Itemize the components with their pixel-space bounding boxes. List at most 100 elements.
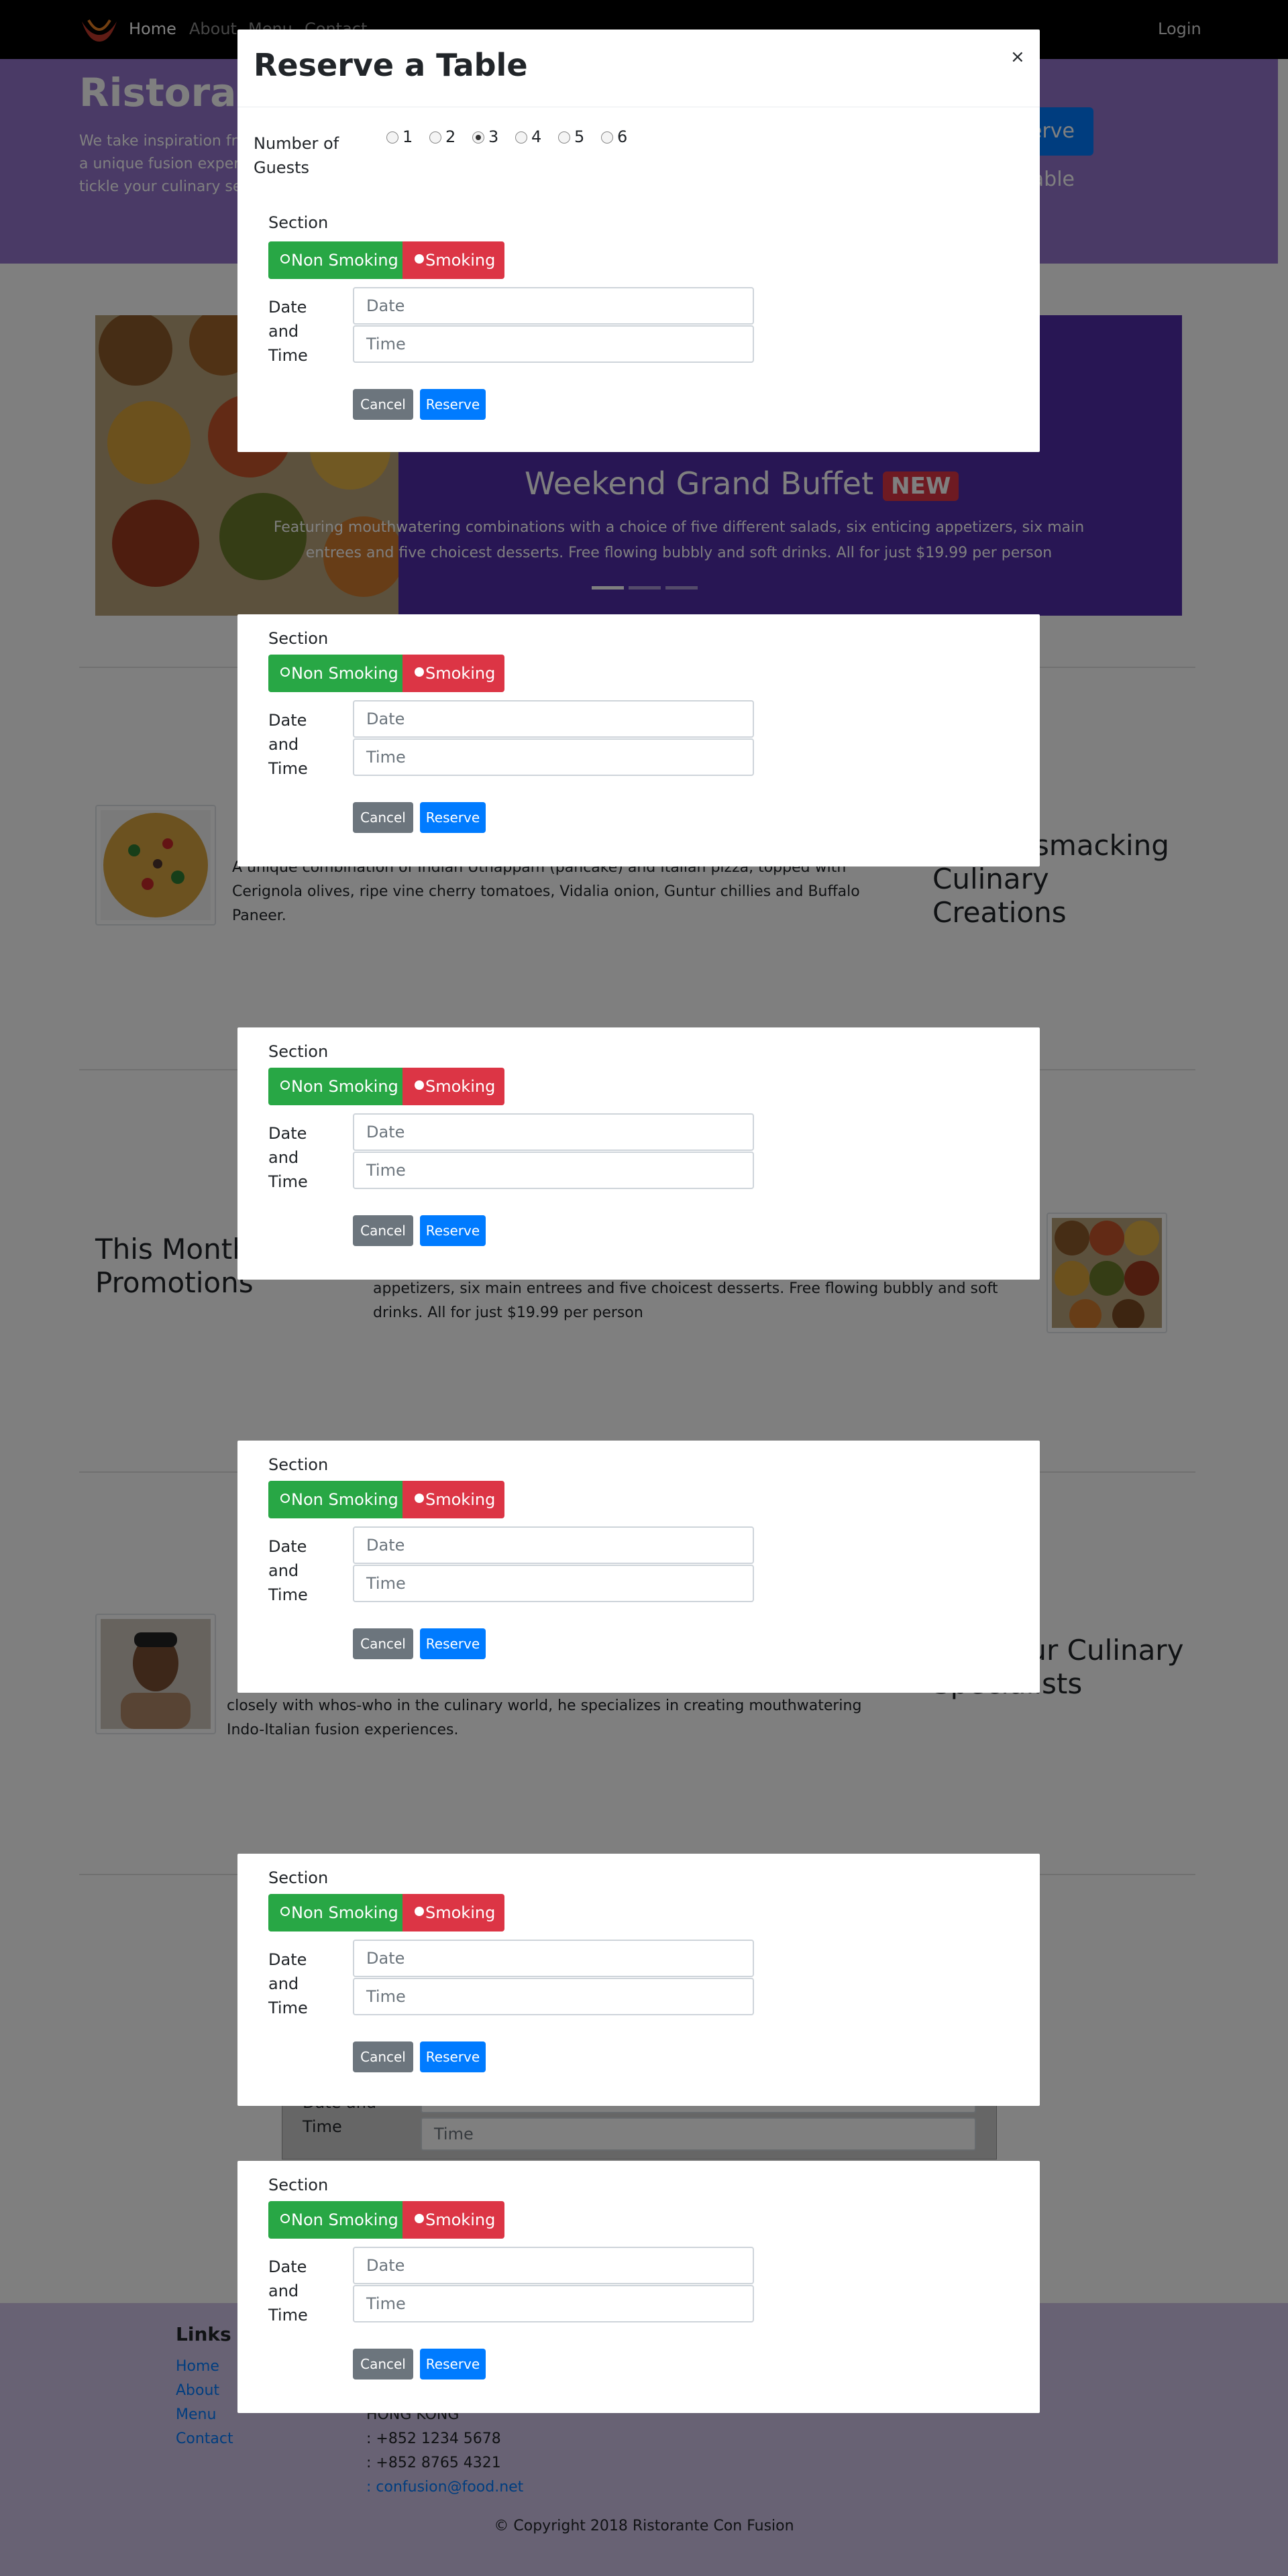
- guest-option-label: 3: [488, 127, 499, 146]
- cancel-button[interactable]: Cancel: [353, 389, 413, 420]
- non-smoking-label: Non Smoking: [291, 1077, 398, 1096]
- reserve-modal-repeat: Section Non Smoking Smoking Date and Tim…: [237, 2161, 1040, 2413]
- radio-icon: [415, 2214, 424, 2223]
- reserve-button[interactable]: Reserve: [420, 1628, 486, 1659]
- radio-icon[interactable]: [515, 131, 527, 144]
- non-smoking-label: Non Smoking: [291, 1903, 398, 1922]
- section-label: Section: [268, 2176, 329, 2194]
- radio-icon: [415, 667, 424, 677]
- radio-icon: [415, 254, 424, 264]
- radio-icon: [280, 1907, 290, 1916]
- section-label: Section: [268, 213, 329, 232]
- guests-label: Number of Guests: [254, 134, 339, 177]
- smoking-label: Smoking: [425, 1903, 496, 1922]
- section-label: Section: [268, 629, 329, 648]
- date-input[interactable]: Date: [353, 2247, 754, 2284]
- datetime-label: Date and Time: [268, 1950, 308, 2017]
- cancel-button[interactable]: Cancel: [353, 1215, 413, 1246]
- cancel-button[interactable]: Cancel: [353, 1628, 413, 1659]
- smoking-label: Smoking: [425, 2210, 496, 2229]
- smoking-label: Smoking: [425, 664, 496, 683]
- smoking-button[interactable]: Smoking: [402, 1894, 504, 1931]
- time-input[interactable]: Time: [353, 1152, 754, 1189]
- time-input[interactable]: Time: [353, 1978, 754, 2015]
- guest-option-6[interactable]: 6: [601, 127, 627, 146]
- cancel-button[interactable]: Cancel: [353, 2041, 413, 2072]
- radio-icon: [415, 1494, 424, 1503]
- non-smoking-button[interactable]: Non Smoking: [268, 1894, 402, 1931]
- guest-option-label: 6: [617, 127, 628, 146]
- section-label: Section: [268, 1455, 329, 1474]
- guest-option-5[interactable]: 5: [558, 127, 584, 146]
- reserve-button[interactable]: Reserve: [420, 389, 486, 420]
- non-smoking-button[interactable]: Non Smoking: [268, 241, 402, 279]
- datetime-label: Date and Time: [268, 1537, 308, 1604]
- close-icon[interactable]: ×: [1010, 47, 1025, 67]
- datetime-label: Date and Time: [268, 1124, 308, 1191]
- datetime-label: Date and Time: [268, 2257, 308, 2325]
- non-smoking-button[interactable]: Non Smoking: [268, 2201, 402, 2239]
- non-smoking-button[interactable]: Non Smoking: [268, 655, 402, 692]
- smoking-button[interactable]: Smoking: [402, 655, 504, 692]
- non-smoking-label: Non Smoking: [291, 1490, 398, 1509]
- radio-icon: [415, 1080, 424, 1090]
- time-input[interactable]: Time: [353, 2285, 754, 2322]
- non-smoking-label: Non Smoking: [291, 664, 398, 683]
- section-label: Section: [268, 1868, 329, 1887]
- radio-icon[interactable]: [601, 131, 613, 144]
- radio-icon: [280, 1080, 290, 1090]
- reserve-button[interactable]: Reserve: [420, 802, 486, 833]
- section-toggle: Non Smoking Smoking: [268, 2201, 504, 2239]
- radio-icon: [280, 1494, 290, 1503]
- smoking-button[interactable]: Smoking: [402, 1068, 504, 1105]
- guest-option-1[interactable]: 1: [386, 127, 413, 146]
- radio-icon[interactable]: [429, 131, 441, 144]
- smoking-label: Smoking: [425, 1490, 496, 1509]
- time-input[interactable]: Time: [353, 1565, 754, 1602]
- reserve-button[interactable]: Reserve: [420, 2041, 486, 2072]
- smoking-label: Smoking: [425, 251, 496, 270]
- section-toggle: Non Smoking Smoking: [268, 655, 504, 692]
- smoking-label: Smoking: [425, 1077, 496, 1096]
- section-toggle: Non Smoking Smoking: [268, 241, 504, 279]
- modal-header: Reserve a Table ×: [237, 30, 1040, 107]
- time-input[interactable]: Time: [353, 325, 754, 363]
- reserve-button[interactable]: Reserve: [420, 1215, 486, 1246]
- smoking-button[interactable]: Smoking: [402, 2201, 504, 2239]
- radio-icon: [415, 1907, 424, 1916]
- non-smoking-button[interactable]: Non Smoking: [268, 1068, 402, 1105]
- section-toggle: Non Smoking Smoking: [268, 1894, 504, 1931]
- guest-option-4[interactable]: 4: [515, 127, 541, 146]
- smoking-button[interactable]: Smoking: [402, 1481, 504, 1518]
- reserve-button[interactable]: Reserve: [420, 2349, 486, 2379]
- radio-icon: [280, 667, 290, 677]
- non-smoking-button[interactable]: Non Smoking: [268, 1481, 402, 1518]
- time-input[interactable]: Time: [353, 738, 754, 776]
- date-input[interactable]: Date: [353, 1940, 754, 1977]
- guest-option-label: 2: [445, 127, 456, 146]
- date-input[interactable]: Date: [353, 1526, 754, 1564]
- smoking-button[interactable]: Smoking: [402, 241, 504, 279]
- datetime-label: Date and Time: [268, 711, 308, 778]
- non-smoking-label: Non Smoking: [291, 2210, 398, 2229]
- datetime-label: Date and Time: [268, 298, 308, 365]
- reserve-modal-repeat: Section Non Smoking Smoking Date and Tim…: [237, 1441, 1040, 1693]
- section-label: Section: [268, 1042, 329, 1061]
- reserve-modal-repeat: Section Non Smoking Smoking Date and Tim…: [237, 1854, 1040, 2106]
- reserve-modal: Reserve a Table × Number of Guests 1 2 3…: [237, 30, 1040, 452]
- date-input[interactable]: Date: [353, 1113, 754, 1151]
- radio-icon[interactable]: [386, 131, 398, 144]
- radio-icon: [280, 2214, 290, 2223]
- guest-option-label: 1: [402, 127, 413, 146]
- section-toggle: Non Smoking Smoking: [268, 1481, 504, 1518]
- guest-option-2[interactable]: 2: [429, 127, 455, 146]
- radio-checked-icon[interactable]: [472, 131, 484, 144]
- guest-option-3[interactable]: 3: [472, 127, 498, 146]
- guest-option-label: 5: [574, 127, 585, 146]
- cancel-button[interactable]: Cancel: [353, 2349, 413, 2379]
- date-input[interactable]: Date: [353, 700, 754, 738]
- section-toggle: Non Smoking Smoking: [268, 1068, 504, 1105]
- radio-icon[interactable]: [558, 131, 570, 144]
- date-input[interactable]: Date: [353, 287, 754, 325]
- cancel-button[interactable]: Cancel: [353, 802, 413, 833]
